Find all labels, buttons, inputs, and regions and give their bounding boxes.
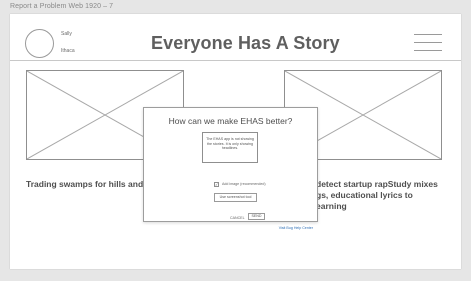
- screenshot-tool-button[interactable]: Use screenshot tool: [214, 193, 257, 202]
- report-problem-modal: How can we make EHAS better? The EHAS ap…: [143, 107, 318, 230]
- site-title: Everyone Has A Story: [151, 33, 340, 53]
- send-button[interactable]: SEND: [248, 213, 265, 220]
- card-title-line: gs, educational lyrics to: [316, 190, 413, 200]
- card-title-line: earning: [316, 201, 347, 211]
- frame-label: Report a Problem Web 1920 – 7: [10, 3, 114, 10]
- artboard: Sally Ithaca Everyone Has A Story Tradin…: [10, 14, 461, 269]
- avatar[interactable]: [25, 29, 54, 58]
- menu-line: [414, 42, 442, 43]
- card-title-line: detect startup rapStudy mixes: [316, 179, 438, 189]
- card-title[interactable]: detect startup rapStudy mixes gs, educat…: [316, 179, 466, 212]
- menu-line: [414, 34, 442, 35]
- help-center-link[interactable]: Visit Bug Help Center: [279, 226, 313, 230]
- cancel-button[interactable]: CANCEL: [230, 216, 245, 220]
- attach-image-label: Add image (recommended): [222, 182, 266, 186]
- user-location: Ithaca: [61, 48, 75, 54]
- hamburger-menu-icon[interactable]: [414, 34, 442, 58]
- card-title[interactable]: Trading swamps for hills and: [26, 179, 156, 190]
- modal-title: How can we make EHAS better?: [168, 116, 293, 126]
- feedback-textarea[interactable]: The EHAS app is not showing the stories.…: [202, 132, 258, 163]
- menu-line: [414, 50, 442, 51]
- user-name: Sally: [61, 31, 72, 37]
- attach-image-checkbox[interactable]: ✓: [214, 182, 219, 187]
- header-divider: [10, 60, 461, 61]
